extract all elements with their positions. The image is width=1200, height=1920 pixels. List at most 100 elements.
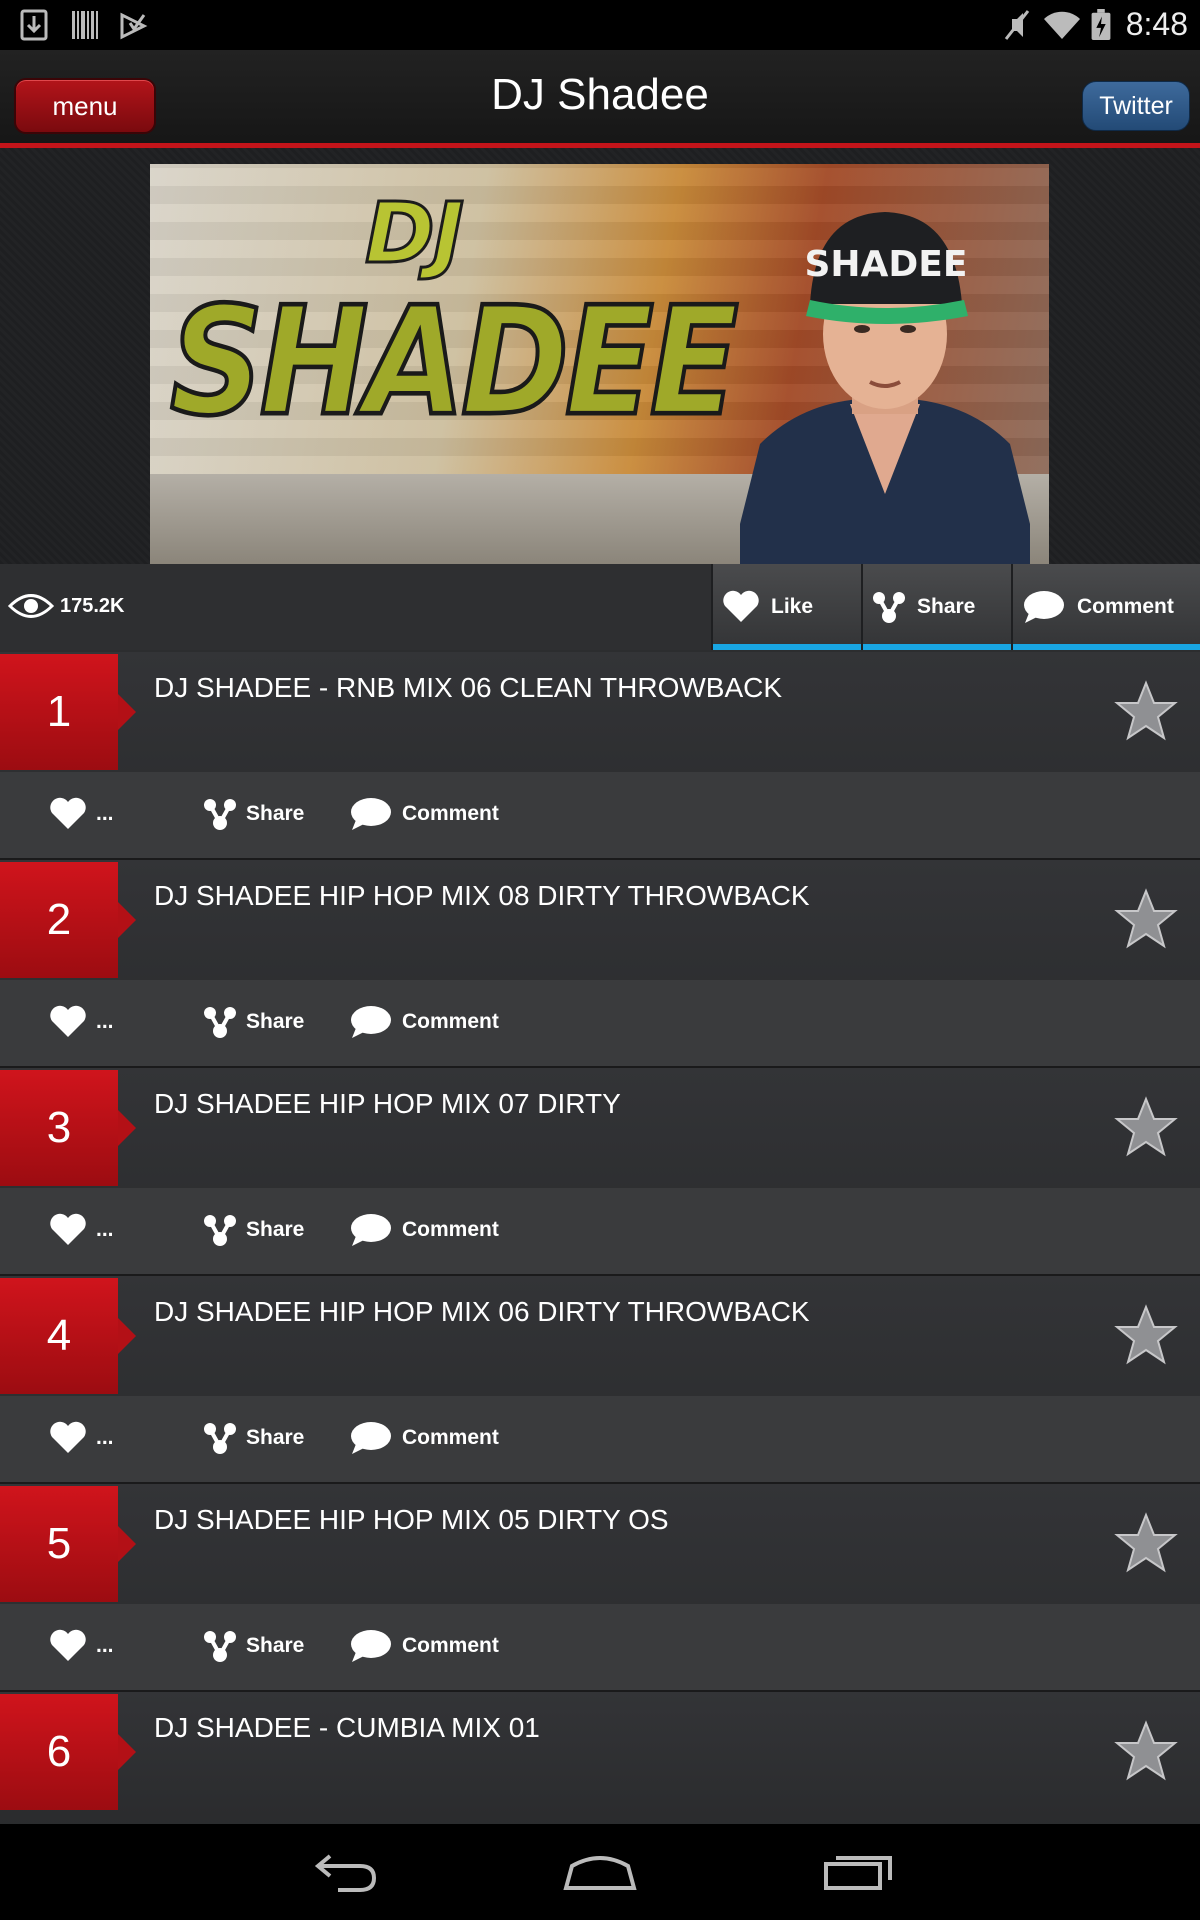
speech-bubble-icon [1024,591,1064,623]
like-underline [713,644,861,650]
favorite-star-icon[interactable] [1114,1304,1178,1366]
track-title[interactable]: DJ SHADEE - CUMBIA MIX 01 [154,1712,540,1744]
track-actions: ... Share Comment [0,1604,1200,1690]
track-header[interactable]: 2 DJ SHADEE HIP HOP MIX 08 DIRTY THROWBA… [0,860,1200,980]
system-nav-bar [0,1824,1200,1920]
share-button[interactable]: Share [861,564,1011,650]
app-header: menu DJ Shadee Twitter [0,50,1200,146]
track-row[interactable]: 4 DJ SHADEE HIP HOP MIX 06 DIRTY THROWBA… [0,1276,1200,1484]
play-store-icon [120,12,148,40]
favorite-star-icon[interactable] [1114,1096,1178,1158]
track-share-button[interactable]: Share [202,1210,304,1250]
back-icon[interactable] [308,1852,380,1892]
battery-icon [1091,9,1111,41]
track-like-button[interactable]: ... [48,1418,114,1458]
mute-icon [1004,10,1030,40]
track-rank: 5 [0,1486,136,1602]
heart-icon [723,590,759,622]
heart-icon [50,1421,86,1453]
share-icon [873,592,905,623]
track-rank: 1 [0,654,136,770]
speech-bubble-icon [351,1214,391,1246]
track-header[interactable]: 3 DJ SHADEE HIP HOP MIX 07 DIRTY [0,1068,1200,1188]
recents-icon[interactable] [822,1852,894,1892]
banner-logo-dj: DJ [364,183,466,284]
track-share-button[interactable]: Share [202,1002,304,1042]
favorite-star-icon[interactable] [1114,1720,1178,1782]
favorite-star-icon[interactable] [1114,1512,1178,1574]
track-rank: 4 [0,1278,136,1394]
share-icon [204,1007,236,1038]
track-share-label: Share [246,802,305,825]
track-header[interactable]: 6 DJ SHADEE - CUMBIA MIX 01 [0,1692,1200,1812]
artist-photo: SHADEE [740,212,1030,564]
track-comment-button[interactable]: Comment [348,1626,499,1666]
view-count-label: 175.2K [60,594,125,617]
track-row[interactable]: 1 DJ SHADEE - RNB MIX 06 CLEAN THROWBACK… [0,652,1200,860]
status-bar: 8:48 [0,0,1200,50]
download-icon [20,9,48,41]
favorite-star-icon[interactable] [1114,680,1178,742]
cap-text: SHADEE [805,244,968,285]
track-actions: ... Share Comment [0,1188,1200,1274]
track-actions: ... Share Comment [0,980,1200,1066]
barcode-icon [72,11,98,39]
track-header[interactable]: 4 DJ SHADEE HIP HOP MIX 06 DIRTY THROWBA… [0,1276,1200,1396]
track-share-label: Share [246,1426,305,1449]
eye-icon [8,594,54,618]
track-share-label: Share [246,1010,305,1033]
share-icon [204,799,236,830]
track-title[interactable]: DJ SHADEE - RNB MIX 06 CLEAN THROWBACK [154,672,782,704]
track-share-button[interactable]: Share [202,1418,304,1458]
track-comment-button[interactable]: Comment [348,794,499,834]
heart-icon [50,1005,86,1037]
track-comment-button[interactable]: Comment [348,1418,499,1458]
track-like-button[interactable]: ... [48,1210,114,1250]
page-title: DJ Shadee [491,70,709,119]
view-count: 175.2K [8,586,125,626]
speech-bubble-icon [351,1006,391,1038]
speech-bubble-icon [351,1422,391,1454]
clock: 8:48 [1125,6,1188,42]
speech-bubble-icon [351,798,391,830]
comment-button[interactable]: Comment [1011,564,1200,650]
track-like-count: ... [96,1634,114,1657]
track-like-button[interactable]: ... [48,1002,114,1042]
track-actions: ... Share Comment [0,772,1200,858]
track-title[interactable]: DJ SHADEE HIP HOP MIX 07 DIRTY [154,1088,621,1120]
track-share-button[interactable]: Share [202,1626,304,1666]
twitter-button[interactable]: Twitter [1082,81,1190,131]
home-icon[interactable] [562,1852,638,1892]
wifi-icon [1044,11,1080,39]
track-header[interactable]: 1 DJ SHADEE - RNB MIX 06 CLEAN THROWBACK [0,652,1200,772]
track-row[interactable]: 2 DJ SHADEE HIP HOP MIX 08 DIRTY THROWBA… [0,860,1200,1068]
share-icon [204,1215,236,1246]
track-header[interactable]: 5 DJ SHADEE HIP HOP MIX 05 DIRTY OS [0,1484,1200,1604]
track-title[interactable]: DJ SHADEE HIP HOP MIX 05 DIRTY OS [154,1504,669,1536]
track-row[interactable]: 5 DJ SHADEE HIP HOP MIX 05 DIRTY OS ... … [0,1484,1200,1692]
heart-icon [50,1213,86,1245]
track-row[interactable]: 6 DJ SHADEE - CUMBIA MIX 01 [0,1692,1200,1832]
comment-underline [1013,644,1200,650]
speech-bubble-icon [351,1630,391,1662]
track-like-button[interactable]: ... [48,794,114,834]
like-label: Like [771,595,814,618]
track-comment-button[interactable]: Comment [348,1002,499,1042]
banner-logo-name: SHADEE [168,272,741,451]
track-like-count: ... [96,1010,114,1033]
track-title[interactable]: DJ SHADEE HIP HOP MIX 08 DIRTY THROWBACK [154,880,810,912]
track-actions: ... Share Comment [0,1396,1200,1482]
track-title[interactable]: DJ SHADEE HIP HOP MIX 06 DIRTY THROWBACK [154,1296,810,1328]
track-share-button[interactable]: Share [202,794,304,834]
heart-icon [50,797,86,829]
favorite-star-icon[interactable] [1114,888,1178,950]
track-comment-label: Comment [402,1426,499,1449]
share-icon [204,1423,236,1454]
track-like-button[interactable]: ... [48,1626,114,1666]
track-comment-button[interactable]: Comment [348,1210,499,1250]
track-row[interactable]: 3 DJ SHADEE HIP HOP MIX 07 DIRTY ... Sha… [0,1068,1200,1276]
track-like-count: ... [96,1426,114,1449]
artist-banner[interactable]: DJ SHADEE SHADEE [150,164,1049,564]
track-like-count: ... [96,802,114,825]
like-button[interactable]: Like [711,564,861,650]
